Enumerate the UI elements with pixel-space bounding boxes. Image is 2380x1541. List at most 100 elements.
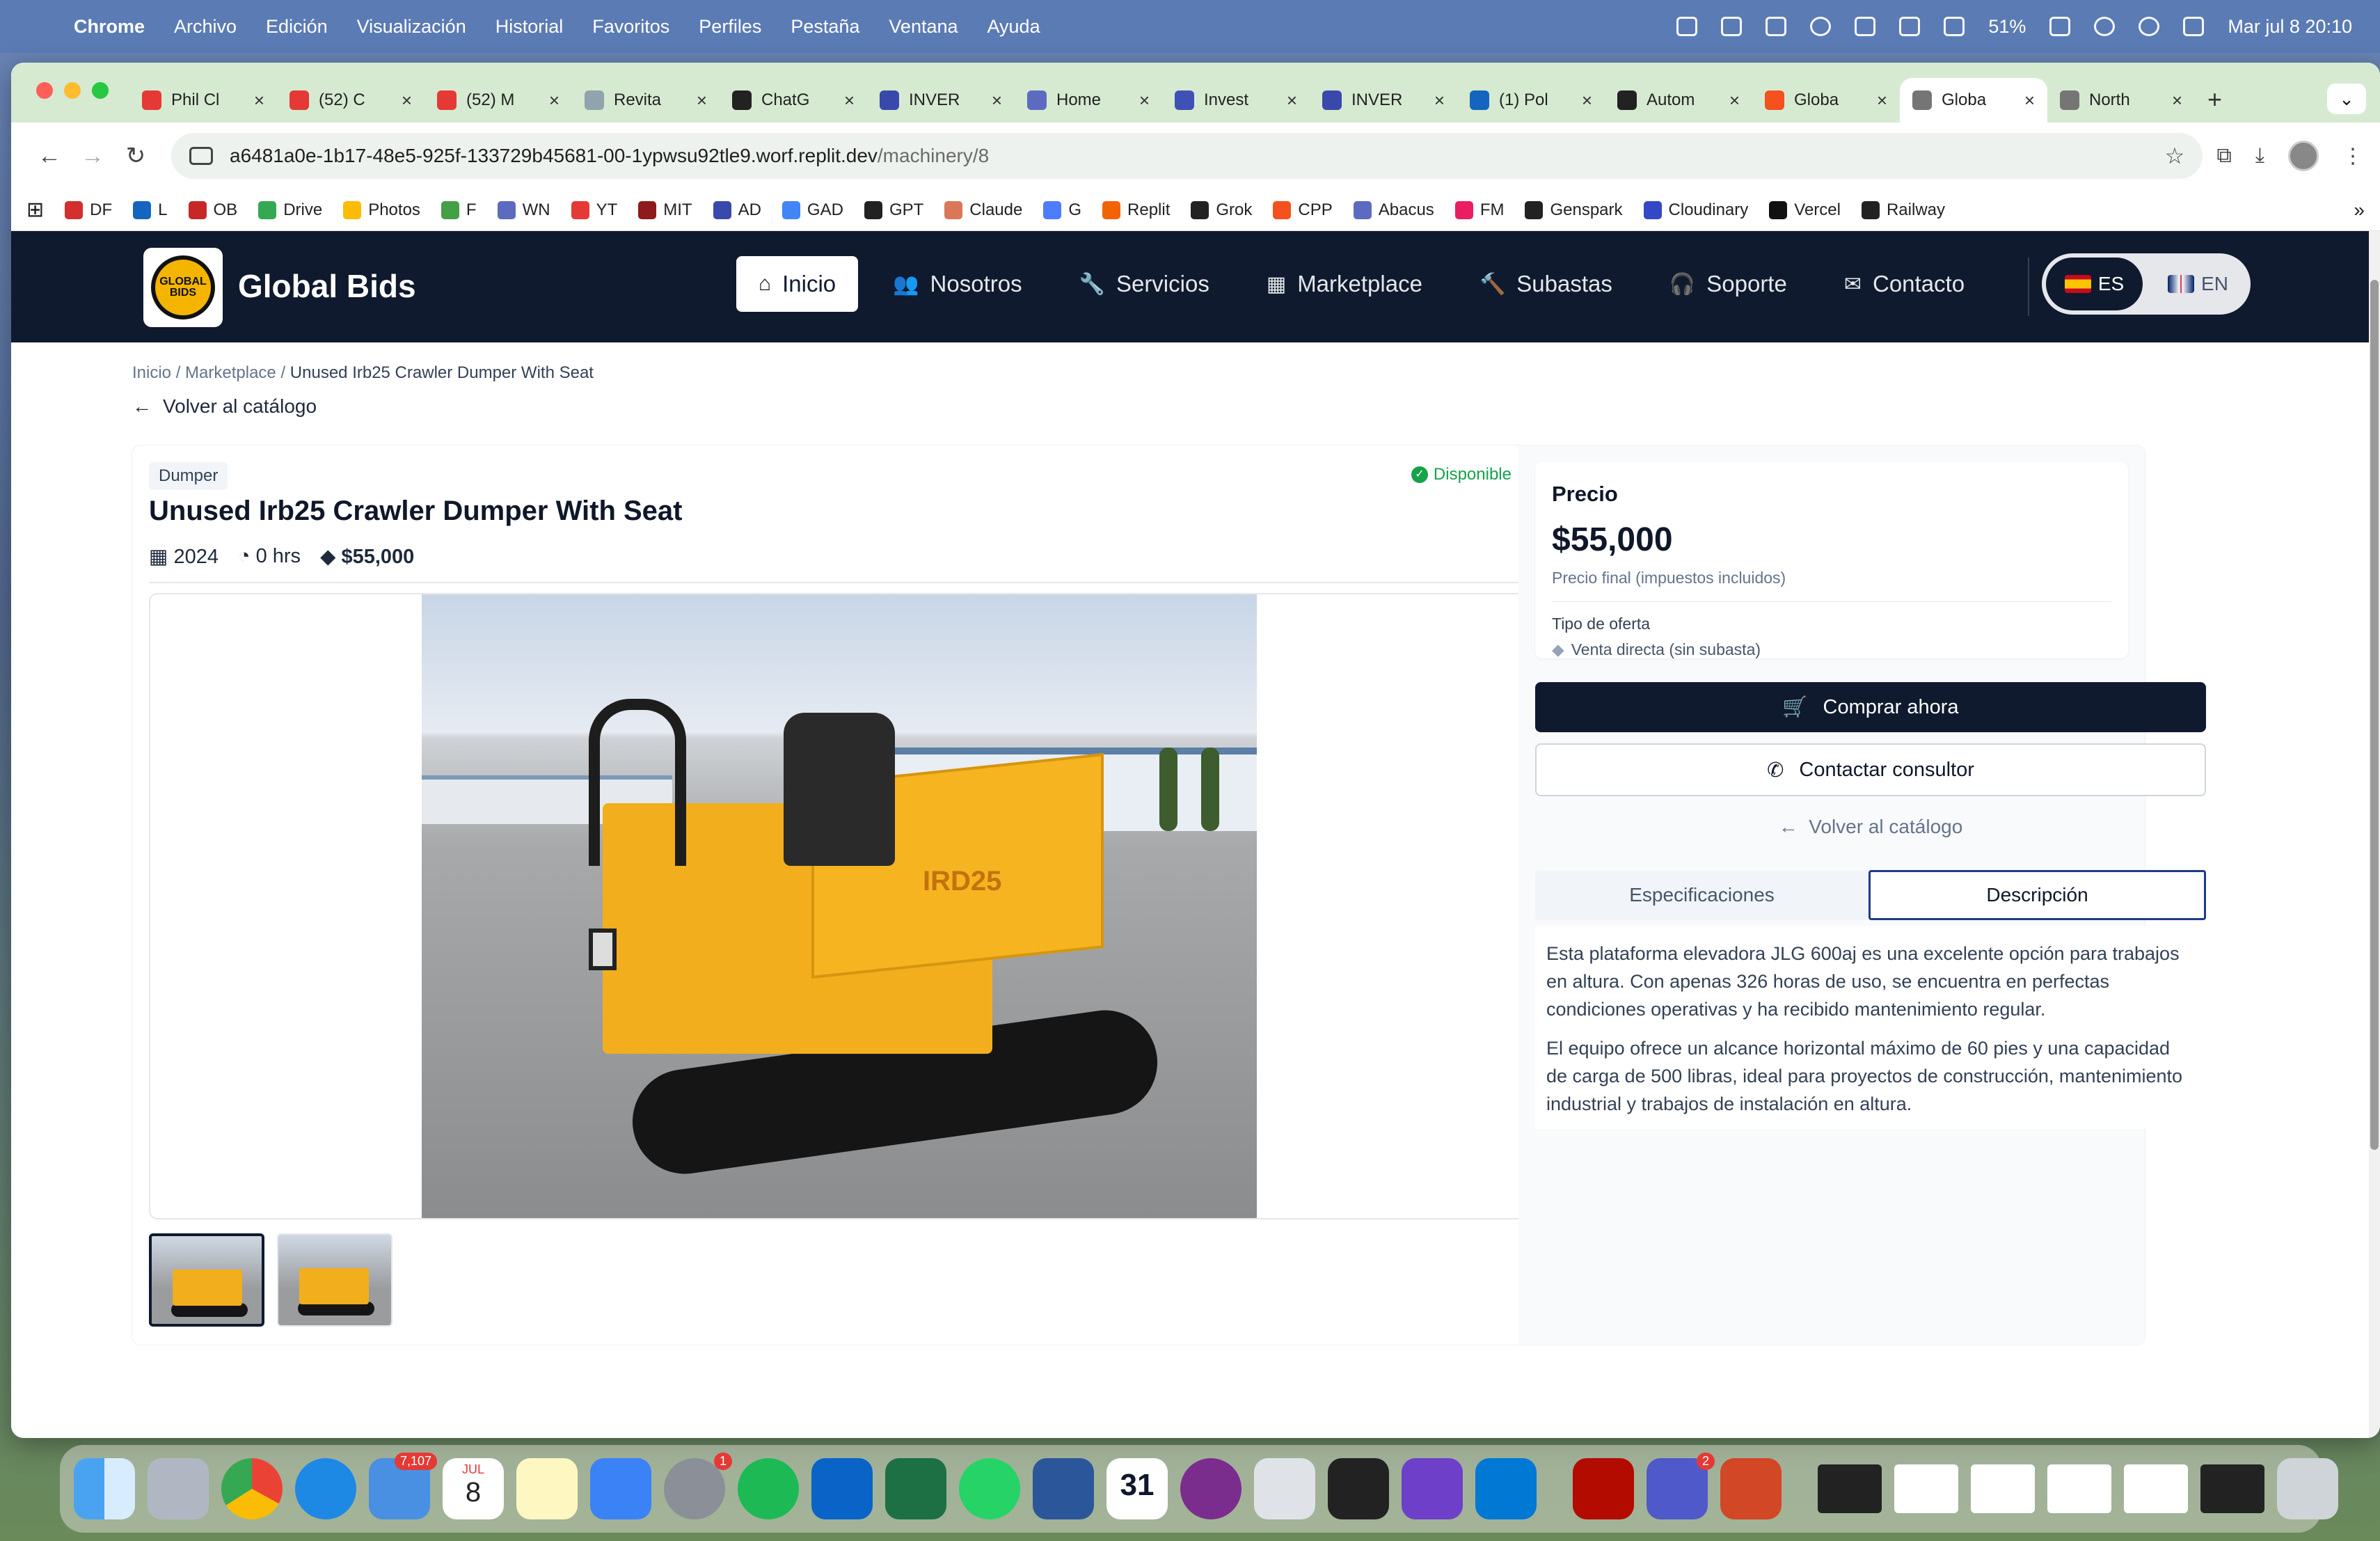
github-desktop-icon[interactable] — [1402, 1458, 1463, 1519]
bookmark-item[interactable]: Abacus — [1353, 200, 1434, 220]
lang-es-button[interactable]: ES — [2046, 258, 2143, 310]
minimized-window[interactable] — [1818, 1464, 1882, 1513]
fantastical-icon[interactable]: 31 — [1106, 1458, 1168, 1519]
minimize-window-button[interactable] — [64, 82, 81, 99]
close-tab-icon[interactable]: × — [549, 90, 560, 111]
minimized-window[interactable] — [2047, 1464, 2111, 1513]
bookmark-item[interactable]: YT — [571, 200, 617, 220]
thumbnail-2[interactable] — [277, 1233, 392, 1327]
close-tab-icon[interactable]: × — [992, 90, 1002, 111]
browser-tab[interactable]: Globa × — [1900, 78, 2047, 123]
search-icon[interactable] — [2139, 17, 2160, 36]
iphone-mirroring-icon[interactable] — [1254, 1458, 1315, 1519]
bookmark-item[interactable]: OB — [188, 200, 237, 220]
bookmark-item[interactable]: Cloudinary — [1643, 200, 1748, 220]
minimized-window[interactable] — [1894, 1464, 1958, 1513]
menu-app-name[interactable]: Chrome — [74, 16, 145, 38]
close-tab-icon[interactable]: × — [1877, 90, 1887, 111]
zoom-window-button[interactable] — [92, 82, 109, 99]
browser-tab[interactable]: (52) C × — [277, 78, 425, 123]
acrobat-icon[interactable] — [1573, 1458, 1634, 1519]
menu-historial[interactable]: Historial — [495, 16, 564, 38]
close-tab-icon[interactable]: × — [1729, 90, 1740, 111]
figma-like-icon[interactable] — [1328, 1458, 1389, 1519]
bookmark-item[interactable]: Replit — [1102, 200, 1170, 220]
minimized-window[interactable] — [2200, 1464, 2264, 1513]
vscode-icon[interactable] — [1475, 1458, 1537, 1519]
cloud-icon[interactable] — [1721, 17, 1743, 36]
browser-tab[interactable]: Globa × — [1752, 78, 1900, 123]
bookmark-item[interactable]: DF — [65, 200, 112, 220]
bookmark-item[interactable]: Vercel — [1769, 200, 1841, 220]
screen-share-icon[interactable] — [1676, 17, 1698, 36]
whatsapp-icon[interactable] — [959, 1458, 1020, 1519]
excel-icon[interactable] — [885, 1458, 946, 1519]
display-icon[interactable] — [1944, 17, 1965, 36]
bookmark-item[interactable]: MIT — [638, 200, 692, 220]
bookmark-item[interactable]: GPT — [864, 200, 923, 220]
menubar-clock[interactable]: Mar jul 8 20:10 — [2228, 16, 2352, 38]
menu-archivo[interactable]: Archivo — [174, 16, 237, 38]
wifi-icon[interactable] — [2094, 17, 2116, 36]
powerpoint-icon[interactable] — [1720, 1458, 1782, 1519]
tab-specifications[interactable]: Especificaciones — [1535, 870, 1869, 920]
bookmark-item[interactable]: FM — [1454, 200, 1504, 220]
site-info-icon[interactable] — [189, 147, 213, 165]
bookmark-item[interactable]: Photos — [343, 200, 420, 220]
outlook-icon[interactable] — [811, 1458, 873, 1519]
nav-link-inicio[interactable]: ⌂ Inicio — [736, 256, 859, 312]
close-window-button[interactable] — [36, 82, 53, 99]
notes-icon[interactable] — [516, 1458, 578, 1519]
play-icon[interactable] — [1810, 17, 1832, 36]
browser-tab[interactable]: North × — [2047, 78, 2195, 123]
breadcrumb-home[interactable]: Inicio — [132, 363, 171, 382]
bookmark-star-icon[interactable]: ☆ — [2165, 143, 2185, 169]
bookmark-item[interactable]: GAD — [782, 200, 843, 220]
menu-edicion[interactable]: Edición — [266, 16, 328, 38]
image-icon[interactable] — [1766, 17, 1787, 36]
contact-consultant-button[interactable]: ✆ Contactar consultor — [1535, 743, 2206, 796]
bookmark-item[interactable]: L — [133, 200, 168, 220]
tab-description[interactable]: Descripción — [1869, 870, 2206, 920]
bookmark-item[interactable]: AD — [713, 200, 761, 220]
spotify-icon[interactable] — [738, 1458, 799, 1519]
minimized-window[interactable] — [1971, 1464, 2035, 1513]
browser-tab[interactable]: Invest × — [1162, 78, 1310, 123]
trash-icon[interactable] — [2277, 1458, 2338, 1519]
site-brand[interactable]: Global Bids — [238, 267, 416, 305]
menu-pestana[interactable]: Pestaña — [791, 16, 859, 38]
close-tab-icon[interactable]: × — [254, 90, 264, 111]
bookmark-item[interactable]: WN — [497, 200, 550, 220]
bookmark-item[interactable]: Grok — [1191, 200, 1252, 220]
nav-link-nosotros[interactable]: 👥 Nosotros — [871, 256, 1044, 312]
bookmark-item[interactable]: Genspark — [1525, 200, 1623, 220]
chrome-icon[interactable] — [221, 1458, 283, 1519]
close-tab-icon[interactable]: × — [402, 90, 412, 111]
bookmark-item[interactable]: Claude — [944, 200, 1022, 220]
bookmark-item[interactable]: F — [441, 200, 477, 220]
menu-favoritos[interactable]: Favoritos — [592, 16, 669, 38]
close-tab-icon[interactable]: × — [1139, 90, 1150, 111]
bookmark-item[interactable]: G — [1043, 200, 1081, 220]
bookmark-item[interactable]: Drive — [258, 200, 322, 220]
minimized-window[interactable] — [2124, 1464, 2188, 1513]
browser-tab[interactable]: Revita × — [572, 78, 720, 123]
forward-arrow-icon[interactable]: → — [71, 143, 114, 170]
download-icon[interactable]: ⤓ — [2255, 144, 2264, 168]
thumbnail-1[interactable] — [149, 1233, 264, 1327]
close-tab-icon[interactable]: × — [2172, 90, 2182, 111]
profile-avatar[interactable] — [2288, 141, 2319, 171]
menu-ventana[interactable]: Ventana — [889, 16, 958, 38]
apps-grid-icon[interactable]: ⊞ — [26, 198, 44, 222]
address-bar[interactable]: a6481a0e-1b17-48e5-925f-133729b45681-00-… — [171, 133, 2203, 179]
battery-percent[interactable]: 51% — [1988, 16, 2026, 38]
lang-en-button[interactable]: EN — [2150, 258, 2246, 310]
calendar-icon[interactable]: JUL 8 — [443, 1458, 504, 1519]
back-to-catalog-link[interactable]: ← Volver al catálogo — [132, 395, 317, 418]
nav-link-soporte[interactable]: 🎧 Soporte — [1647, 256, 1809, 312]
kebab-menu-icon[interactable]: ⋮ — [2342, 144, 2363, 168]
back-to-catalog-button[interactable]: ← Volver al catálogo — [1535, 816, 2206, 838]
scrollbar-thumb[interactable] — [2370, 280, 2379, 1150]
close-tab-icon[interactable]: × — [1582, 90, 1592, 111]
menu-perfiles[interactable]: Perfiles — [699, 16, 761, 38]
